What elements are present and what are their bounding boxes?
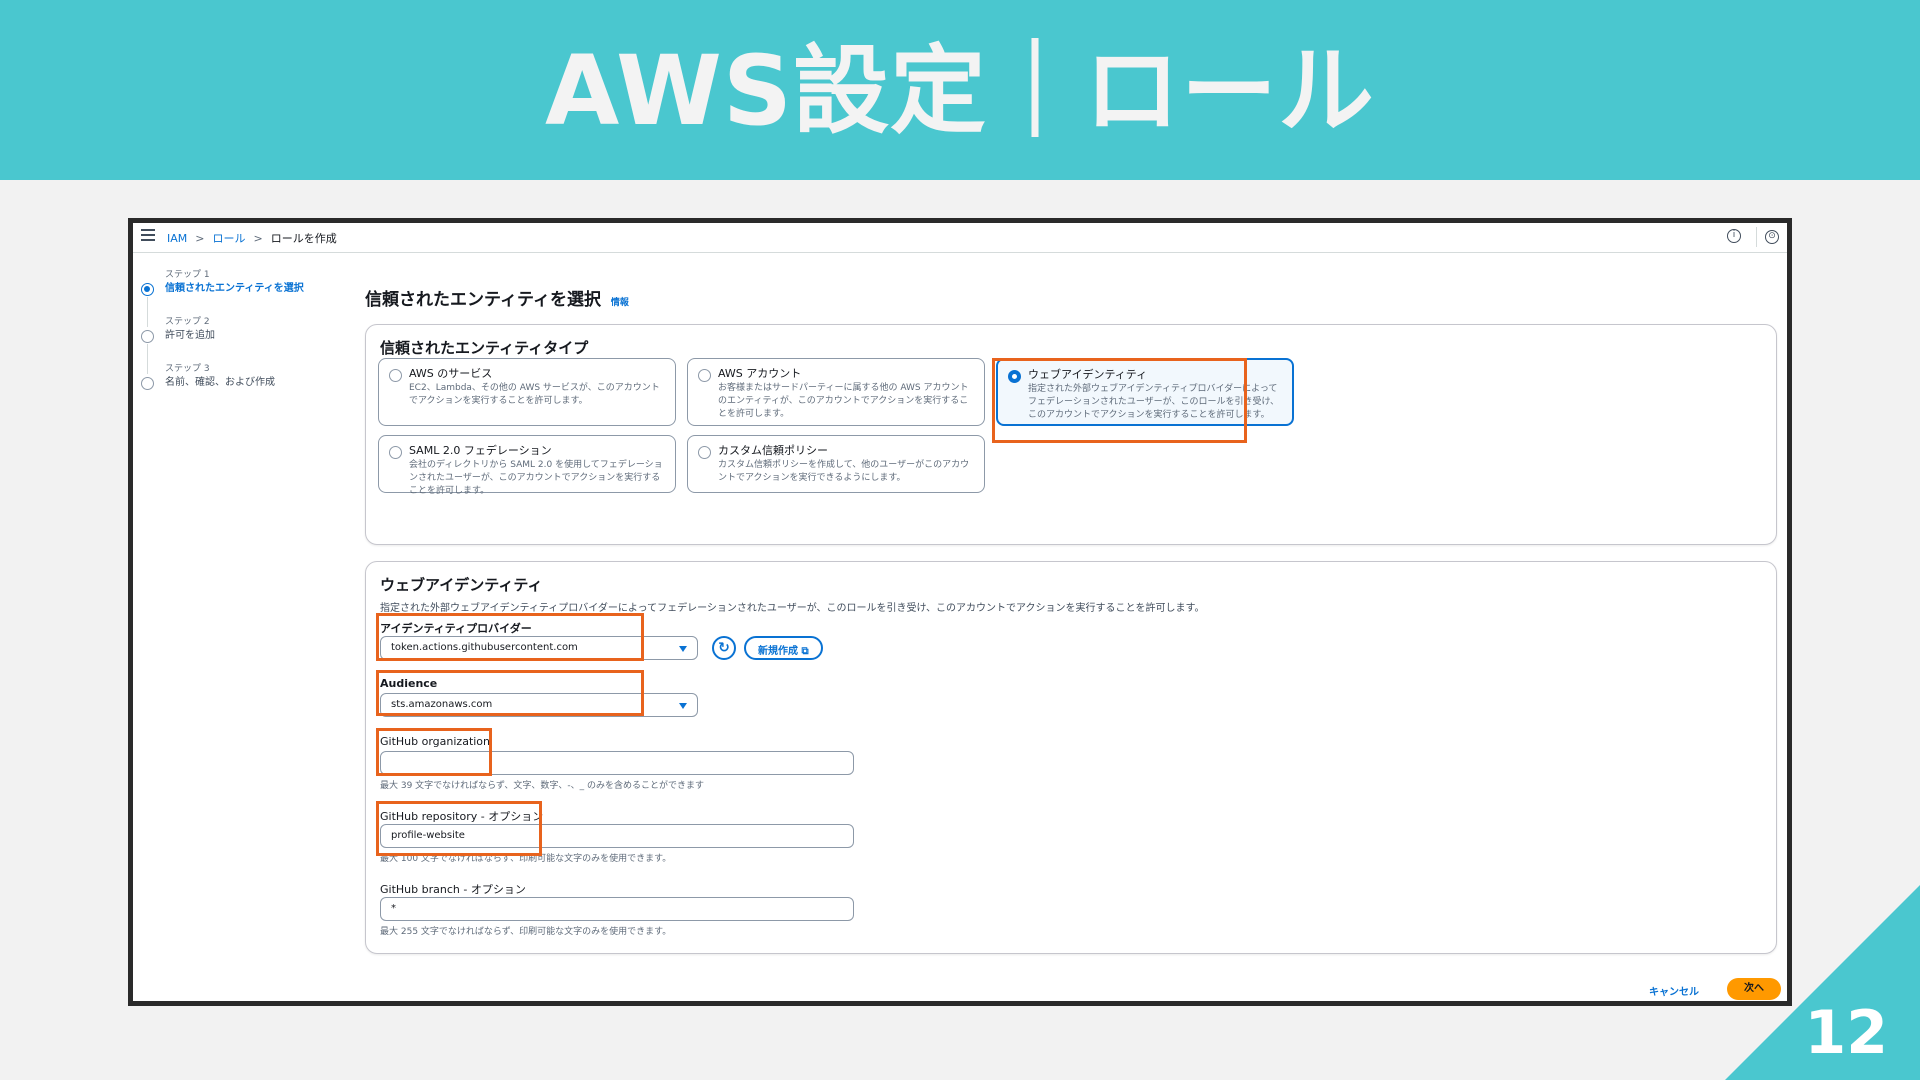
menu-icon[interactable] <box>141 229 155 241</box>
highlight-provider <box>376 613 644 661</box>
highlight-org <box>376 728 492 776</box>
caret-down-icon <box>679 703 687 709</box>
tile-title: AWS のサービス <box>409 367 493 380</box>
radio-icon <box>389 369 402 382</box>
highlight-repo <box>376 801 542 856</box>
tile-desc: カスタム信頼ポリシーを作成して、他のユーザーがこのアカウントでアクションを実行で… <box>718 460 970 483</box>
tile-saml[interactable]: SAML 2.0 フェデレーション 会社のディレクトリから SAML 2.0 を… <box>378 435 676 496</box>
breadcrumb: IAM > ロール > ロールを作成 <box>167 230 337 246</box>
tile-title: カスタム信頼ポリシー <box>718 444 828 457</box>
tile-desc: 会社のディレクトリから SAML 2.0 を使用してフェデレーションされたユーザ… <box>409 460 663 496</box>
wizard-step-3[interactable]: ステップ 3 名前、確認、および作成 <box>139 363 319 390</box>
settings-icon[interactable]: ⊙ <box>1765 230 1779 244</box>
console-topbar: IAM > ロール > ロールを作成 i ⊙ <box>133 223 1787 253</box>
step-label: 許可を追加 <box>165 330 215 341</box>
radio-icon <box>389 446 402 459</box>
tile-aws-account[interactable]: AWS アカウント お客様またはサードパーティーに属する他の AWS アカウント… <box>687 358 985 426</box>
step-active-icon <box>141 283 154 296</box>
topbar-divider <box>1756 227 1757 247</box>
tile-desc: お客様またはサードパーティーに属する他の AWS アカウントのエンティティが、こ… <box>718 383 969 419</box>
page-title: 信頼されたエンティティを選択 情報 <box>365 285 629 310</box>
highlight-web-identity <box>992 358 1247 443</box>
branch-label: GitHub branch - オプション <box>380 883 526 896</box>
page-title-text: 信頼されたエンティティを選択 <box>365 290 601 310</box>
info-icon[interactable]: i <box>1727 229 1741 243</box>
github-branch-input[interactable]: * <box>380 897 854 921</box>
web-identity-desc: 指定された外部ウェブアイデンティティプロバイダーによってフェデレーションされたユ… <box>380 603 1205 614</box>
branch-hint: 最大 255 文字でなければならず、印刷可能な文字のみを使用できます。 <box>380 927 672 937</box>
chevron-right-icon: > <box>195 231 205 245</box>
chevron-right-icon: > <box>253 231 263 245</box>
step-number: ステップ 3 <box>165 364 210 374</box>
tile-custom-policy[interactable]: カスタム信頼ポリシー カスタム信頼ポリシーを作成して、他のユーザーがこのアカウン… <box>687 435 985 493</box>
slide-banner: AWS設定｜ロール <box>0 0 1920 180</box>
step-number: ステップ 2 <box>165 317 210 327</box>
step-inactive-icon <box>141 330 154 343</box>
radio-icon <box>698 446 711 459</box>
radio-icon <box>698 369 711 382</box>
entity-type-title: 信頼されたエンティティタイプ <box>380 339 589 357</box>
breadcrumb-iam[interactable]: IAM <box>167 232 187 245</box>
breadcrumb-roles[interactable]: ロール <box>212 230 245 246</box>
tile-desc: EC2、Lambda、その他の AWS サービスが、このアカウントでアクションを… <box>409 383 660 406</box>
page-number: 12 <box>1804 998 1889 1068</box>
caret-down-icon <box>679 646 687 652</box>
tile-title: SAML 2.0 フェデレーション <box>409 444 552 457</box>
step-label: 名前、確認、および作成 <box>165 377 275 388</box>
cancel-button[interactable]: キャンセル <box>1649 983 1699 998</box>
step-inactive-icon <box>141 377 154 390</box>
web-identity-title: ウェブアイデンティティ <box>380 576 543 594</box>
refresh-icon[interactable]: ↻ <box>712 636 736 660</box>
step-number: ステップ 1 <box>165 270 210 280</box>
highlight-audience <box>376 670 644 716</box>
slide-title: AWS設定｜ロール <box>544 35 1375 147</box>
create-provider-button[interactable]: 新規作成 ⧉ <box>744 636 823 660</box>
wizard-step-2[interactable]: ステップ 2 許可を追加 <box>139 316 319 374</box>
org-hint: 最大 39 文字でなければならず、文字、数字、-、_ のみを含めることができます <box>380 781 704 791</box>
step-label: 信頼されたエンティティを選択 <box>165 283 304 294</box>
tile-title: AWS アカウント <box>718 367 802 380</box>
breadcrumb-current: ロールを作成 <box>270 232 337 245</box>
wizard-step-1[interactable]: ステップ 1 信頼されたエンティティを選択 <box>139 269 319 327</box>
aws-console-screenshot: IAM > ロール > ロールを作成 i ⊙ ステップ 1 信頼されたエンティテ… <box>128 218 1792 1006</box>
tile-aws-service[interactable]: AWS のサービス EC2、Lambda、その他の AWS サービスが、このアカ… <box>378 358 676 426</box>
info-link[interactable]: 情報 <box>611 298 629 308</box>
wizard-steps: ステップ 1 信頼されたエンティティを選択 ステップ 2 許可を追加 ステップ … <box>139 269 319 410</box>
